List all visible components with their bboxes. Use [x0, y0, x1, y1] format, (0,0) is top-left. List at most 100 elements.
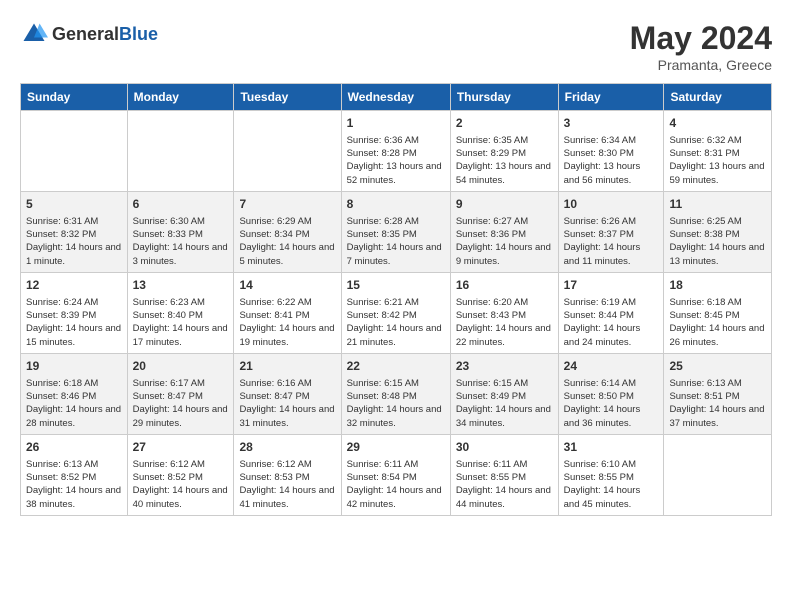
day-number: 3	[564, 115, 659, 132]
weekday-header-saturday: Saturday	[664, 84, 772, 111]
calendar-cell	[21, 111, 128, 192]
day-info: Sunrise: 6:12 AMSunset: 8:53 PMDaylight:…	[239, 458, 335, 511]
day-info: Sunrise: 6:25 AMSunset: 8:38 PMDaylight:…	[669, 215, 766, 268]
location-subtitle: Pramanta, Greece	[630, 57, 772, 73]
day-number: 13	[133, 277, 229, 294]
weekday-header-wednesday: Wednesday	[341, 84, 450, 111]
day-number: 28	[239, 439, 335, 456]
calendar-cell: 5 Sunrise: 6:31 AMSunset: 8:32 PMDaylight…	[21, 191, 128, 272]
calendar-body: 1 Sunrise: 6:36 AMSunset: 8:28 PMDaylight…	[21, 111, 772, 516]
calendar-cell: 29Sunrise: 6:11 AMSunset: 8:54 PMDayligh…	[341, 434, 450, 515]
day-info: Sunrise: 6:12 AMSunset: 8:52 PMDaylight:…	[133, 458, 229, 511]
day-number: 19	[26, 358, 122, 375]
day-number: 20	[133, 358, 229, 375]
day-info: Sunrise: 6:34 AMSunset: 8:30 PMDaylight:…	[564, 134, 659, 187]
calendar-cell: 24Sunrise: 6:14 AMSunset: 8:50 PMDayligh…	[558, 353, 664, 434]
calendar-cell: 8Sunrise: 6:28 AMSunset: 8:35 PMDaylight…	[341, 191, 450, 272]
calendar-week-row: 19Sunrise: 6:18 AMSunset: 8:46 PMDayligh…	[21, 353, 772, 434]
calendar-cell: 30Sunrise: 6:11 AMSunset: 8:55 PMDayligh…	[450, 434, 558, 515]
calendar-cell: 18Sunrise: 6:18 AMSunset: 8:45 PMDayligh…	[664, 272, 772, 353]
day-info: Sunrise: 6:10 AMSunset: 8:55 PMDaylight:…	[564, 458, 659, 511]
day-number: 11	[669, 196, 766, 213]
calendar-cell	[664, 434, 772, 515]
calendar-cell: 21 Sunrise: 6:16 AMSunset: 8:47 PMDayligh…	[234, 353, 341, 434]
calendar-cell: 2 Sunrise: 6:35 AMSunset: 8:29 PMDaylight…	[450, 111, 558, 192]
calendar-cell: 12 Sunrise: 6:24 AMSunset: 8:39 PMDayligh…	[21, 272, 128, 353]
day-info: Sunrise: 6:15 AMSunset: 8:48 PMDaylight:…	[347, 377, 445, 430]
calendar-week-row: 5 Sunrise: 6:31 AMSunset: 8:32 PMDaylight…	[21, 191, 772, 272]
weekday-header-row: SundayMondayTuesdayWednesdayThursdayFrid…	[21, 84, 772, 111]
day-info: Sunrise: 6:22 AMSunset: 8:41 PMDaylight:…	[239, 296, 335, 349]
day-number: 2	[456, 115, 553, 132]
calendar-cell: 7Sunrise: 6:29 AMSunset: 8:34 PMDaylight…	[234, 191, 341, 272]
calendar-week-row: 12 Sunrise: 6:24 AMSunset: 8:39 PMDayligh…	[21, 272, 772, 353]
day-number: 27	[133, 439, 229, 456]
day-number: 18	[669, 277, 766, 294]
calendar-cell: 27 Sunrise: 6:12 AMSunset: 8:52 PMDayligh…	[127, 434, 234, 515]
calendar-cell	[234, 111, 341, 192]
day-number: 16	[456, 277, 553, 294]
day-info: Sunrise: 6:23 AMSunset: 8:40 PMDaylight:…	[133, 296, 229, 349]
day-number: 15	[347, 277, 445, 294]
day-info: Sunrise: 6:19 AMSunset: 8:44 PMDaylight:…	[564, 296, 659, 349]
day-info: Sunrise: 6:28 AMSunset: 8:35 PMDaylight:…	[347, 215, 445, 268]
logo: GeneralBlue	[20, 20, 158, 48]
day-number: 23	[456, 358, 553, 375]
calendar-cell: 28 Sunrise: 6:12 AMSunset: 8:53 PMDayligh…	[234, 434, 341, 515]
day-number: 21	[239, 358, 335, 375]
logo-blue: Blue	[119, 24, 158, 44]
weekday-header-friday: Friday	[558, 84, 664, 111]
calendar-cell: 25Sunrise: 6:13 AMSunset: 8:51 PMDayligh…	[664, 353, 772, 434]
calendar-cell: 6 Sunrise: 6:30 AMSunset: 8:33 PMDaylight…	[127, 191, 234, 272]
day-number: 10	[564, 196, 659, 213]
day-info: Sunrise: 6:36 AMSunset: 8:28 PMDaylight:…	[347, 134, 445, 187]
day-info: Sunrise: 6:27 AMSunset: 8:36 PMDaylight:…	[456, 215, 553, 268]
day-number: 24	[564, 358, 659, 375]
calendar-cell: 3 Sunrise: 6:34 AMSunset: 8:30 PMDaylight…	[558, 111, 664, 192]
day-info: Sunrise: 6:26 AMSunset: 8:37 PMDaylight:…	[564, 215, 659, 268]
day-number: 4	[669, 115, 766, 132]
day-info: Sunrise: 6:32 AMSunset: 8:31 PMDaylight:…	[669, 134, 766, 187]
calendar-cell: 22 Sunrise: 6:15 AMSunset: 8:48 PMDayligh…	[341, 353, 450, 434]
day-info: Sunrise: 6:21 AMSunset: 8:42 PMDaylight:…	[347, 296, 445, 349]
day-number: 1	[347, 115, 445, 132]
weekday-header-thursday: Thursday	[450, 84, 558, 111]
calendar-cell: 13 Sunrise: 6:23 AMSunset: 8:40 PMDayligh…	[127, 272, 234, 353]
calendar-cell: 15 Sunrise: 6:21 AMSunset: 8:42 PMDayligh…	[341, 272, 450, 353]
day-number: 12	[26, 277, 122, 294]
day-number: 25	[669, 358, 766, 375]
day-info: Sunrise: 6:35 AMSunset: 8:29 PMDaylight:…	[456, 134, 553, 187]
day-info: Sunrise: 6:31 AMSunset: 8:32 PMDaylight:…	[26, 215, 122, 268]
calendar-cell: 26Sunrise: 6:13 AMSunset: 8:52 PMDayligh…	[21, 434, 128, 515]
day-number: 5	[26, 196, 122, 213]
logo-icon	[20, 20, 48, 48]
calendar-cell: 14 Sunrise: 6:22 AMSunset: 8:41 PMDayligh…	[234, 272, 341, 353]
calendar-cell: 17 Sunrise: 6:19 AMSunset: 8:44 PMDayligh…	[558, 272, 664, 353]
calendar-week-row: 1 Sunrise: 6:36 AMSunset: 8:28 PMDaylight…	[21, 111, 772, 192]
day-info: Sunrise: 6:17 AMSunset: 8:47 PMDaylight:…	[133, 377, 229, 430]
day-info: Sunrise: 6:11 AMSunset: 8:55 PMDaylight:…	[456, 458, 553, 511]
calendar-cell: 23Sunrise: 6:15 AMSunset: 8:49 PMDayligh…	[450, 353, 558, 434]
day-number: 6	[133, 196, 229, 213]
day-number: 29	[347, 439, 445, 456]
day-number: 22	[347, 358, 445, 375]
weekday-header-sunday: Sunday	[21, 84, 128, 111]
day-info: Sunrise: 6:24 AMSunset: 8:39 PMDaylight:…	[26, 296, 122, 349]
calendar-header: SundayMondayTuesdayWednesdayThursdayFrid…	[21, 84, 772, 111]
day-number: 26	[26, 439, 122, 456]
day-number: 17	[564, 277, 659, 294]
title-block: May 2024 Pramanta, Greece	[630, 20, 772, 73]
calendar-cell: 4 Sunrise: 6:32 AMSunset: 8:31 PMDaylight…	[664, 111, 772, 192]
calendar-cell	[127, 111, 234, 192]
calendar-cell: 11 Sunrise: 6:25 AMSunset: 8:38 PMDayligh…	[664, 191, 772, 272]
page-header: GeneralBlue May 2024 Pramanta, Greece	[20, 20, 772, 73]
calendar-cell: 16 Sunrise: 6:20 AMSunset: 8:43 PMDayligh…	[450, 272, 558, 353]
day-info: Sunrise: 6:16 AMSunset: 8:47 PMDaylight:…	[239, 377, 335, 430]
calendar-cell: 19Sunrise: 6:18 AMSunset: 8:46 PMDayligh…	[21, 353, 128, 434]
day-number: 14	[239, 277, 335, 294]
day-number: 9	[456, 196, 553, 213]
calendar-cell: 9 Sunrise: 6:27 AMSunset: 8:36 PMDaylight…	[450, 191, 558, 272]
day-info: Sunrise: 6:30 AMSunset: 8:33 PMDaylight:…	[133, 215, 229, 268]
day-info: Sunrise: 6:20 AMSunset: 8:43 PMDaylight:…	[456, 296, 553, 349]
weekday-header-tuesday: Tuesday	[234, 84, 341, 111]
